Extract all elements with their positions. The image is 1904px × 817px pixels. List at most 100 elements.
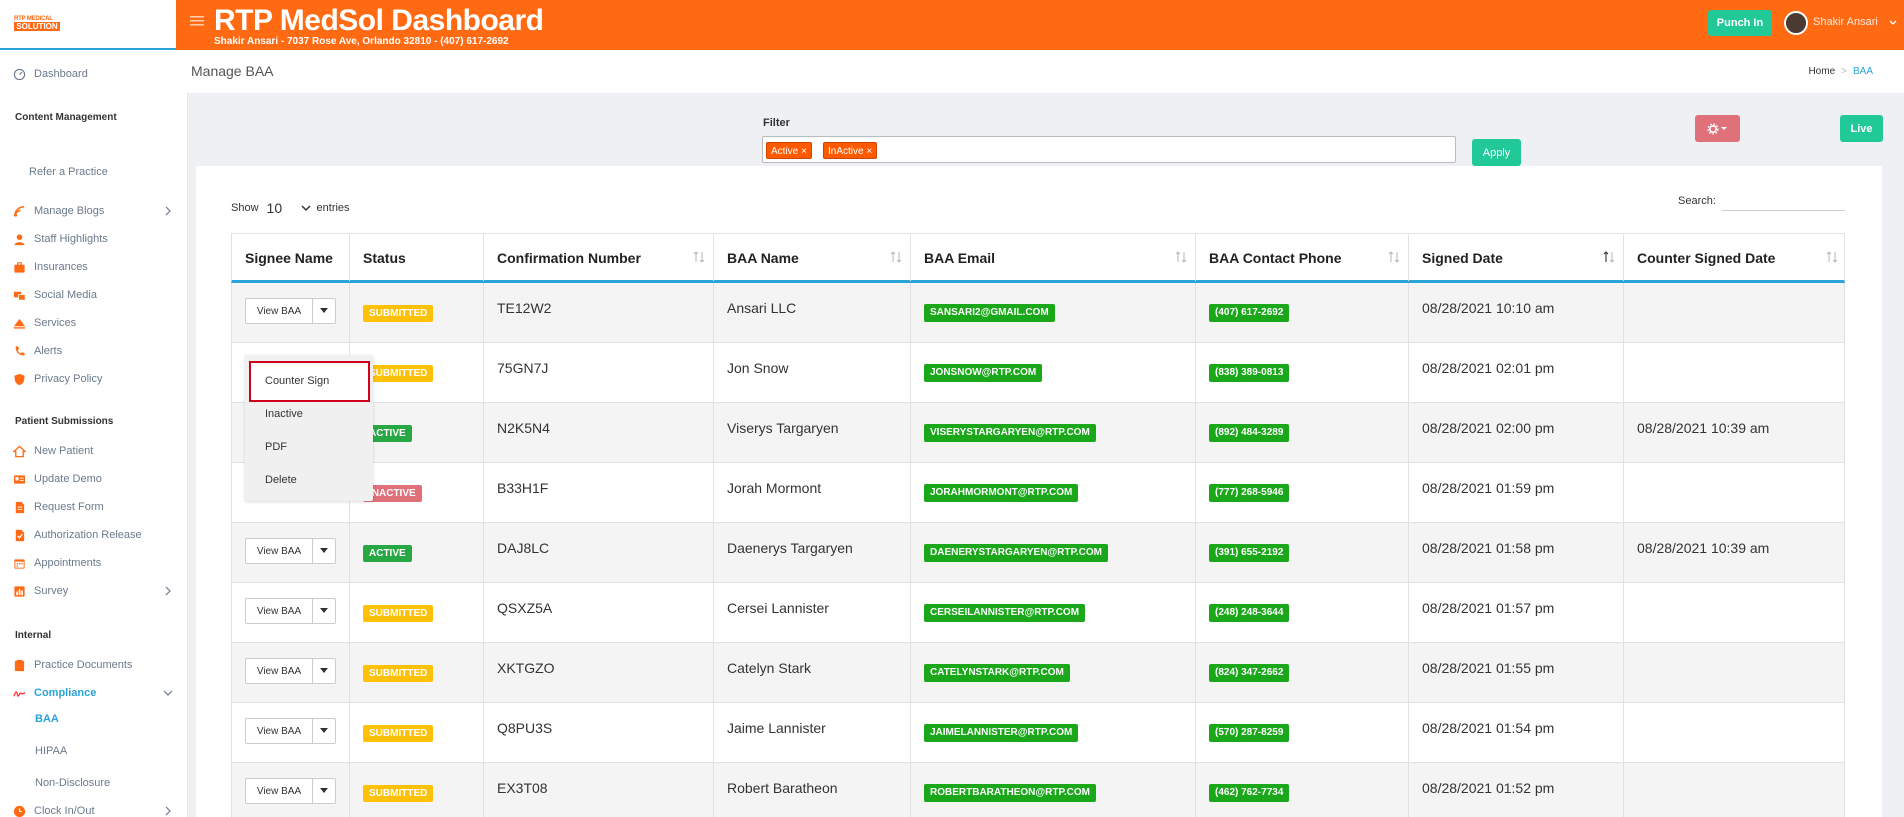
sidebar-item-clock[interactable]: Clock In/Out [0,800,187,817]
view-baa-button[interactable]: View BAA [246,719,313,743]
breadcrumb-home[interactable]: Home [1808,66,1835,77]
column-header-baa-email[interactable]: BAA Email [911,234,1196,281]
sidebar-item-authorization-release[interactable]: Authorization Release [0,524,187,546]
check-doc-icon [12,528,26,542]
baa-name: Catelyn Stark [727,660,812,676]
column-header-counter-signed-date[interactable]: Counter Signed Date [1624,234,1846,281]
sidebar-subitem-non-disclosure[interactable]: Non-Disclosure [35,777,110,789]
chevron-down-icon[interactable] [1888,18,1898,28]
table-cell: 08/28/2021 01:54 pm [1409,703,1624,763]
table-cell: View BAA [232,643,350,703]
table-cell: SUBMITTED [350,763,484,817]
table-cell: Q8PU3S [484,703,714,763]
settings-dropdown-button[interactable] [1695,115,1740,142]
caret-down-icon [320,308,328,313]
row-actions-toggle[interactable] [313,719,335,743]
table-cell: 08/28/2021 01:58 pm [1409,523,1624,583]
sidebar-item-dashboard[interactable]: Dashboard [0,63,187,85]
phone-icon [12,344,26,358]
sidebar-subitem-hipaa[interactable]: HIPAA [35,745,67,757]
sidebar: RTP MEDICAL SOLUTION Dashboard Content M… [0,0,188,817]
view-baa-button[interactable]: View BAA [246,539,313,563]
baa-name: Jon Snow [727,360,789,376]
baa-email-badge: DAENERYSTARGARYEN@RTP.COM [924,544,1108,562]
counter-signed-date: 08/28/2021 10:39 am [1637,540,1770,556]
signed-date: 08/28/2021 01:59 pm [1422,480,1555,496]
sidebar-subitem-baa[interactable]: BAA [35,713,59,725]
table-cell: DAENERYSTARGARYEN@RTP.COM [911,523,1196,583]
sidebar-item-services[interactable]: Services [0,312,187,334]
table-cell: (248) 248-3644 [1196,583,1409,643]
menu-item-counter-sign[interactable]: Counter Sign [265,375,329,387]
column-header-signee-name[interactable]: Signee Name [232,234,350,281]
table-cell: QSXZ5A [484,583,714,643]
column-header-signed-date[interactable]: Signed Date [1409,234,1624,281]
sidebar-item-refer[interactable]: Refer a Practice [29,166,108,178]
baa-phone-badge: (407) 617-2692 [1209,304,1290,322]
confirmation-number: QSXZ5A [497,600,553,616]
search-input[interactable] [1722,193,1845,211]
sidebar-item-insurances[interactable]: Insurances [0,256,187,278]
sidebar-item-request-form[interactable]: Request Form [0,496,187,518]
sidebar-item-label: Practice Documents [34,659,133,671]
sidebar-item-survey[interactable]: Survey [0,580,187,602]
table-header: Signee Name Status Confirmation Number BAA … [231,233,1845,283]
row-actions-toggle[interactable] [313,779,335,803]
sidebar-item-practice-documents[interactable]: Practice Documents [0,654,187,676]
sidebar-item-social-media[interactable]: Social Media [0,284,187,306]
status-badge: SUBMITTED [363,305,434,322]
entries-select[interactable]: 10 [267,199,311,217]
menu-item-delete[interactable]: Delete [265,474,297,486]
sidebar-item-manage-blogs[interactable]: Manage Blogs [0,200,187,222]
baa-email-badge: JONSNOW@RTP.COM [924,364,1043,382]
live-button[interactable]: Live [1840,115,1883,142]
sidebar-item-compliance[interactable]: Compliance [0,682,187,704]
table-row: View BAA SUBMITTED XKTGZO Catelyn Stark CATE… [231,643,1845,703]
sidebar-item-alerts[interactable]: Alerts [0,340,187,362]
filter-tag-inactive[interactable]: InActive × [823,142,878,159]
table-cell [1624,463,1846,523]
app-title: RTP MedSol Dashboard [214,4,544,37]
apply-button[interactable]: Apply [1472,139,1521,166]
row-actions-toggle[interactable] [313,599,335,623]
sidebar-item-staff-highlights[interactable]: Staff Highlights [0,228,187,250]
column-header-confirmation-number[interactable]: Confirmation Number [484,234,714,281]
view-baa-button[interactable]: View BAA [246,599,313,623]
column-header-status[interactable]: Status [350,234,484,281]
table-cell: (570) 287-8259 [1196,703,1409,763]
baa-phone-badge: (248) 248-3644 [1209,604,1290,622]
menu-item-pdf[interactable]: PDF [265,441,287,453]
breadcrumb-current: BAA [1852,66,1873,77]
logo[interactable]: RTP MEDICAL SOLUTION [14,16,60,32]
baa-phone-badge: (777) 268-5946 [1209,484,1290,502]
filter-input[interactable]: Active × InActive × [762,136,1456,163]
sidebar-item-new-patient[interactable]: New Patient [0,440,187,462]
chevron-right-icon [165,806,171,816]
avatar[interactable] [1784,11,1808,35]
hamburger-menu-icon[interactable] [190,14,204,28]
table-row: View BAA SUBMITTED TE12W2 Ansari LLC SANSARI… [231,283,1845,343]
filter-tag-active[interactable]: Active × [766,142,812,159]
view-baa-button[interactable]: View BAA [246,299,313,323]
top-bar: RTP MedSol Dashboard Shakir Ansari - 703… [176,0,1904,50]
row-actions-toggle[interactable] [313,539,335,563]
view-baa-button[interactable]: View BAA [246,659,313,683]
signed-date: 08/28/2021 01:58 pm [1422,540,1555,556]
signature-icon [12,686,26,700]
sidebar-item-privacy-policy[interactable]: Privacy Policy [0,368,187,390]
punch-in-button[interactable]: Punch In [1708,10,1772,36]
baa-email-badge: ROBERTBARATHEON@RTP.COM [924,784,1096,802]
row-actions-toggle[interactable] [313,659,335,683]
table-row: View BAA ACTIVE DAJ8LC Daenerys Targaryen DA… [231,523,1845,583]
sidebar-item-update-demo[interactable]: Update Demo [0,468,187,490]
baa-email-badge: JAIMELANNISTER@RTP.COM [924,724,1079,742]
menu-item-inactive[interactable]: Inactive [265,408,303,420]
table-cell: 08/28/2021 01:59 pm [1409,463,1624,523]
row-actions-toggle[interactable] [313,299,335,323]
chevron-down-icon [301,205,311,212]
user-name[interactable]: Shakir Ansari [1813,16,1878,28]
sidebar-item-appointments[interactable]: Appointments [0,552,187,574]
column-header-baa-contact-phone[interactable]: BAA Contact Phone [1196,234,1409,281]
column-header-baa-name[interactable]: BAA Name [714,234,911,281]
view-baa-button[interactable]: View BAA [246,779,313,803]
